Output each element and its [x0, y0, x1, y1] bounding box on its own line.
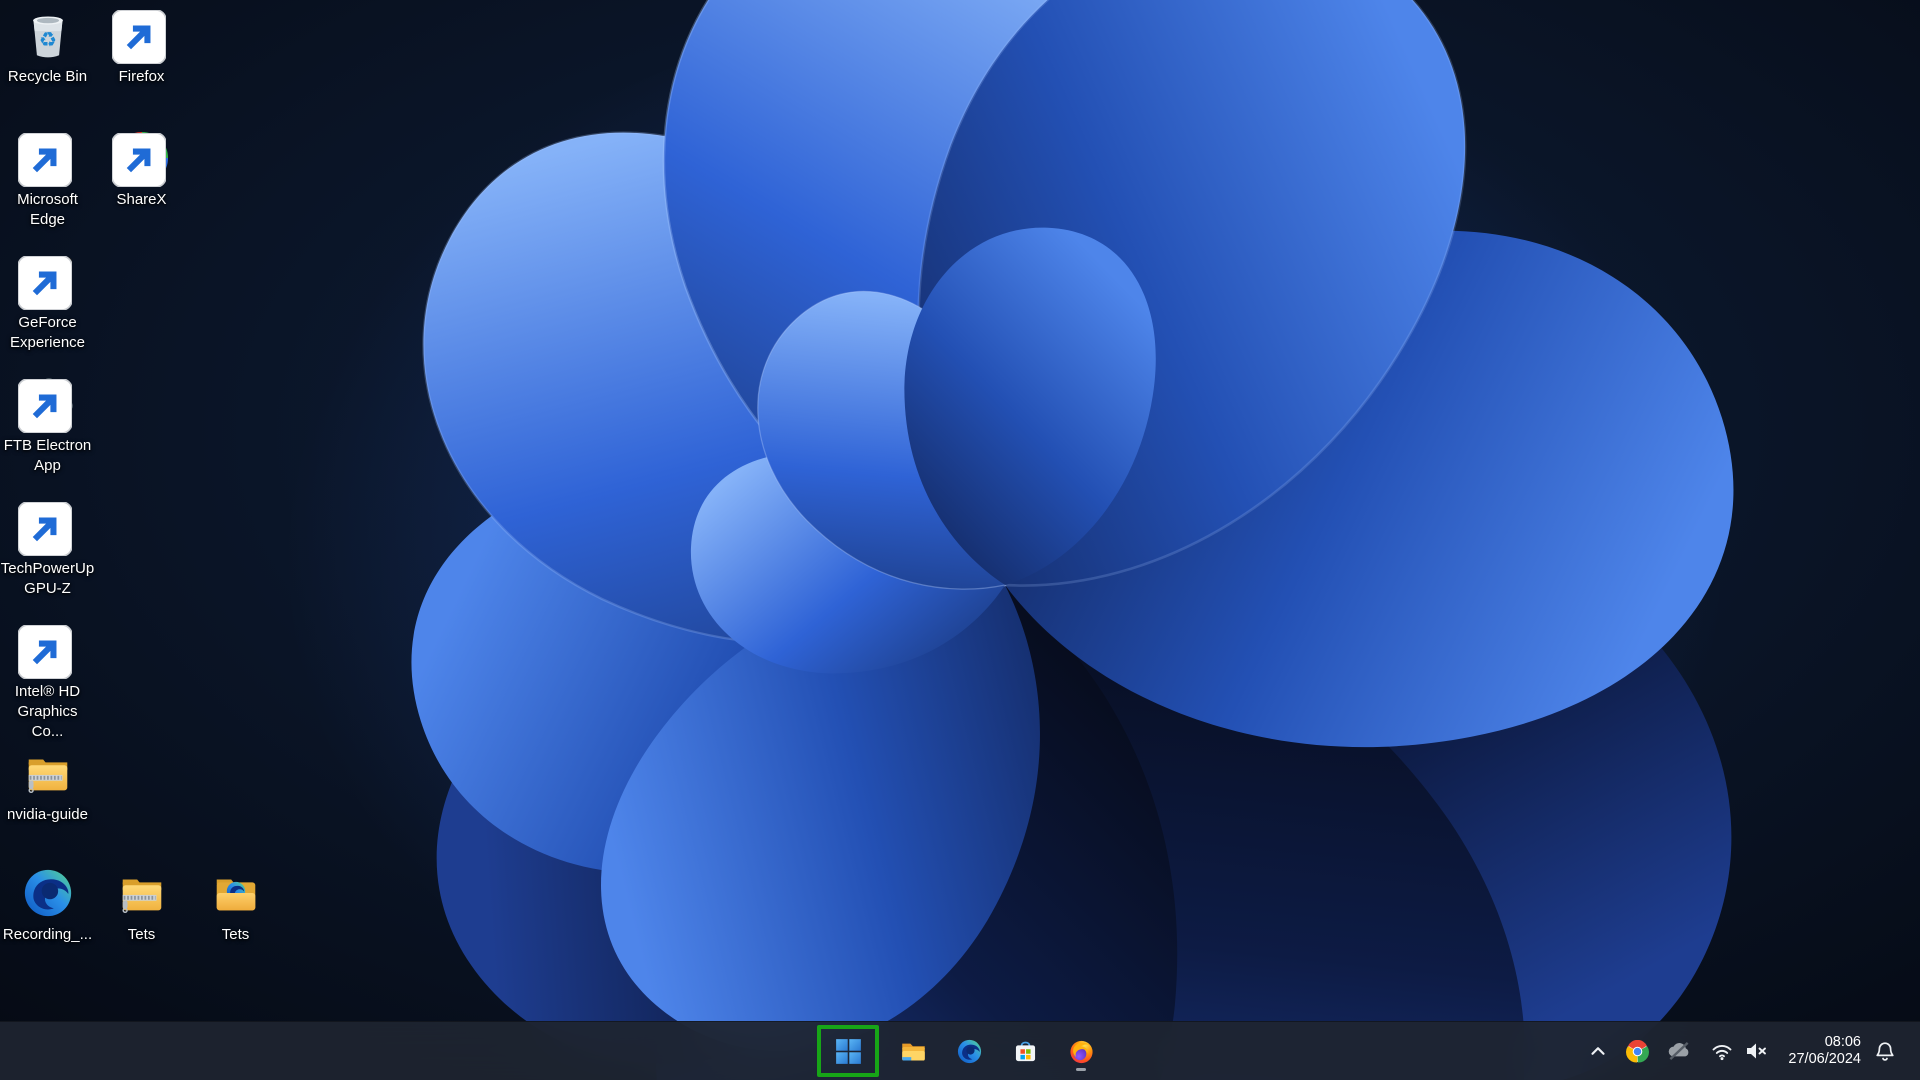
geforce-icon	[17, 254, 75, 310]
edge-icon	[957, 1039, 981, 1063]
intel-graphics-icon: intel	[17, 623, 75, 679]
show-hidden-icons-button[interactable]	[1582, 1031, 1614, 1071]
recycle-bin-icon: ♻	[21, 8, 75, 62]
svg-text:♻: ♻	[38, 28, 56, 52]
icon-label: nvidia-guide	[7, 806, 88, 823]
ftb-icon: FTB	[17, 377, 75, 433]
desktop-icon-nvidia-guide[interactable]: nvidia-guide	[0, 746, 95, 825]
gpu-z-icon	[17, 500, 75, 556]
zipped-folder-icon	[21, 746, 75, 800]
desktop-icon-recording[interactable]: Recording_...	[0, 866, 95, 945]
microsoft-store-icon	[1015, 1041, 1035, 1061]
firefox-taskbar-button[interactable]	[1059, 1028, 1103, 1074]
icon-label: Firefox	[118, 68, 165, 85]
file-explorer-icon	[901, 1043, 925, 1060]
taskbar-center-buttons	[817, 1022, 1103, 1080]
system-tray: 08:06 27/06/2024	[1582, 1022, 1920, 1080]
file-explorer-button[interactable]	[891, 1028, 935, 1074]
chrome-tray-icon[interactable]	[1621, 1031, 1654, 1071]
windows-start-icon	[835, 1038, 861, 1064]
edge-file-icon	[21, 866, 75, 920]
desktop-icon-recycle-bin[interactable]: ♻ Recycle Bin	[0, 8, 95, 87]
desktop-icon-ftb-electron-app[interactable]: FTB FTB Electron App	[0, 377, 95, 476]
wifi-icon	[1712, 1045, 1732, 1061]
edge-icon	[17, 131, 75, 187]
shortcut-arrow-icon	[17, 379, 72, 433]
onedrive-offline-icon[interactable]	[1661, 1031, 1697, 1071]
start-button-highlight	[817, 1025, 879, 1077]
shortcut-arrow-icon	[17, 625, 72, 679]
folder-icon	[209, 866, 263, 920]
desktop-icon-tets-folder[interactable]: Tets	[188, 866, 283, 945]
running-app-indicator	[1076, 1068, 1086, 1071]
desktop-icon-intel-hd-graphics[interactable]: intel Intel® HD Graphics Co...	[0, 623, 95, 741]
firefox-icon	[111, 8, 169, 64]
desktop-icon-gpu-z[interactable]: TechPowerUp GPU-Z	[0, 500, 95, 599]
wallpaper-bloom	[0, 0, 1920, 1080]
icon-label: GeForce Experience	[9, 314, 86, 351]
volume-muted-icon	[1747, 1043, 1767, 1059]
sharex-icon	[111, 131, 169, 187]
clock-time: 08:06	[1824, 1034, 1861, 1050]
icon-label: Microsoft Edge	[17, 191, 78, 228]
icon-label: Tets	[221, 926, 250, 943]
bell-icon	[1876, 1042, 1894, 1061]
desktop-icon-geforce-experience[interactable]: GeForce Experience	[0, 254, 95, 353]
icon-label: Tets	[127, 926, 156, 943]
icon-label: ShareX	[116, 191, 167, 208]
notifications-button[interactable]	[1868, 1031, 1902, 1071]
start-button[interactable]	[828, 1032, 868, 1070]
taskbar: 08:06 27/06/2024	[0, 1021, 1920, 1080]
edge-taskbar-button[interactable]	[947, 1028, 991, 1074]
shortcut-arrow-icon	[111, 133, 166, 187]
icon-label: Recording_...	[2, 926, 93, 943]
desktop: ♻ Recycle Bin Firefox Microsoft Edge Sha…	[0, 0, 1920, 1080]
microsoft-store-button[interactable]	[1003, 1028, 1047, 1074]
firefox-icon	[1069, 1040, 1093, 1063]
network-volume-button[interactable]	[1704, 1031, 1775, 1071]
icon-label: TechPowerUp GPU-Z	[0, 560, 95, 597]
icon-label: Intel® HD Graphics Co...	[14, 683, 81, 740]
desktop-icon-firefox[interactable]: Firefox	[94, 8, 189, 87]
shortcut-arrow-icon	[17, 256, 72, 310]
desktop-icon-tets-zip[interactable]: Tets	[94, 866, 189, 945]
desktop-icon-microsoft-edge[interactable]: Microsoft Edge	[0, 131, 95, 230]
chevron-up-icon	[1591, 1047, 1606, 1055]
icon-label: Recycle Bin	[7, 68, 88, 85]
desktop-icon-sharex[interactable]: ShareX	[94, 131, 189, 210]
clock-date: 27/06/2024	[1788, 1051, 1861, 1067]
shortcut-arrow-icon	[111, 10, 166, 64]
shortcut-arrow-icon	[17, 133, 72, 187]
zipped-folder-icon	[115, 866, 169, 920]
taskbar-clock[interactable]: 08:06 27/06/2024	[1788, 1034, 1861, 1068]
shortcut-arrow-icon	[17, 502, 72, 556]
icon-label: FTB Electron App	[3, 437, 92, 474]
